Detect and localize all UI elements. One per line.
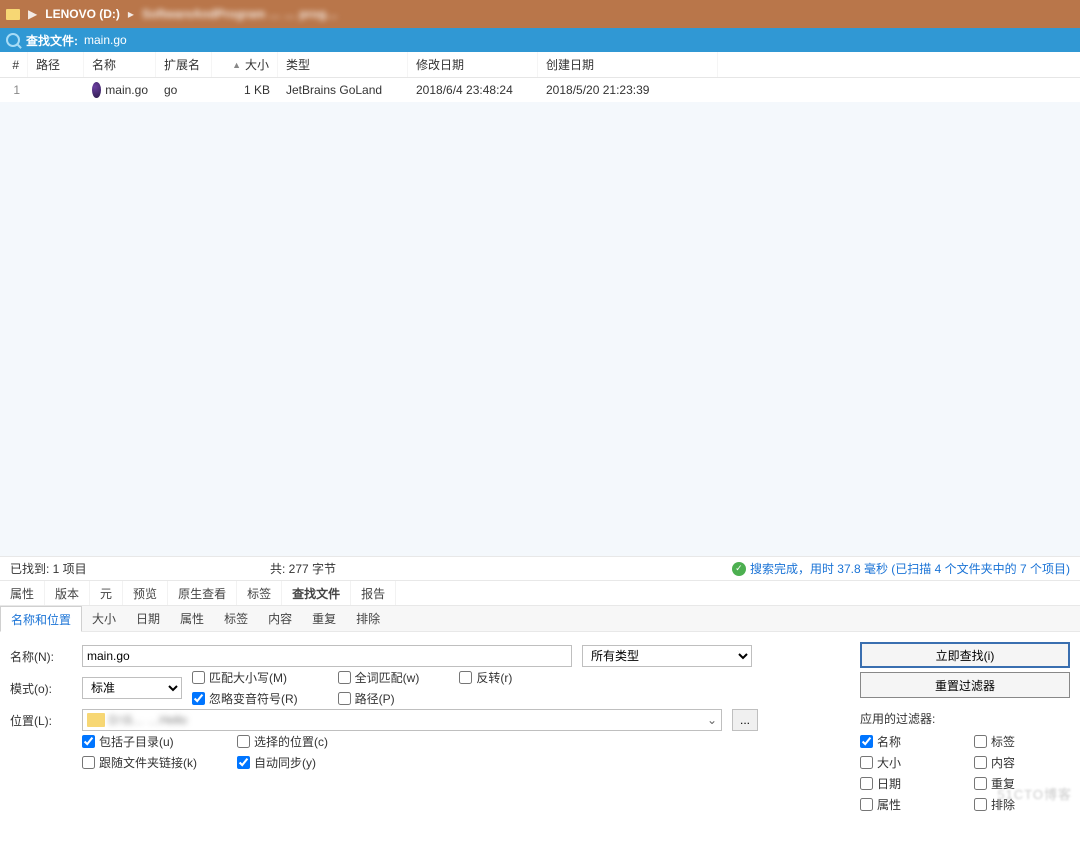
tab-版本[interactable]: 版本 [45, 581, 90, 605]
tab-属性[interactable]: 属性 [0, 581, 45, 605]
status-bar: 已找到: 1 项目 共: 277 字节 ✓ 搜索完成，用时 37.8 毫秒 (已… [0, 556, 1080, 580]
reset-button[interactable]: 重置过滤器 [860, 672, 1070, 698]
subtab-日期[interactable]: 日期 [126, 606, 170, 631]
chk-invert[interactable]: 反转(r) [459, 669, 512, 686]
filter-属性[interactable]: 属性 [860, 796, 956, 813]
tabs-outer: 属性版本元预览原生查看标签查找文件报告 [0, 580, 1080, 606]
folder-icon [6, 9, 20, 20]
tabs-inner: 名称和位置大小日期属性标签内容重复排除 [0, 606, 1080, 632]
filter-名称[interactable]: 名称 [860, 733, 956, 750]
status-done: ✓ 搜索完成，用时 37.8 毫秒 (已扫描 4 个文件夹中的 7 个项目) [732, 560, 1070, 577]
subtab-大小[interactable]: 大小 [82, 606, 126, 631]
chevron-right-icon: ▶ [28, 7, 37, 21]
watermark: 51CTO博客 [997, 784, 1072, 803]
breadcrumb[interactable]: ▶ LENOVO (D:) ▸ SoftwareAndProgram … … p… [0, 0, 1080, 28]
status-total: 共: 277 字节 [270, 560, 702, 577]
chk-selloc[interactable]: 选择的位置(c) [237, 733, 328, 750]
col-ext[interactable]: 扩展名 [156, 52, 212, 77]
tab-原生查看[interactable]: 原生查看 [168, 581, 237, 605]
subtab-属性[interactable]: 属性 [170, 606, 214, 631]
chk-wholeword[interactable]: 全词匹配(w) [338, 669, 420, 686]
chevron-right-icon: ▸ [128, 7, 134, 21]
chk-followlinks[interactable]: 跟随文件夹链接(k) [82, 754, 197, 771]
row-path [28, 78, 84, 102]
filters-label: 应用的过滤器: [860, 710, 1070, 727]
tab-预览[interactable]: 预览 [123, 581, 168, 605]
type-select[interactable]: 所有类型 [582, 645, 752, 667]
filter-大小[interactable]: 大小 [860, 754, 956, 771]
tab-标签[interactable]: 标签 [237, 581, 282, 605]
search-icon [6, 33, 20, 47]
search-label: 查找文件: [26, 32, 78, 49]
results-area: 1 main.go go 1 KB JetBrains GoLand 2018/… [0, 78, 1080, 556]
col-name[interactable]: 名称 [84, 52, 156, 77]
browse-button[interactable]: ... [732, 709, 758, 731]
filter-内容[interactable]: 内容 [974, 754, 1070, 771]
status-found: 已找到: 1 项目 [10, 560, 240, 577]
name-label: 名称(N): [10, 648, 72, 665]
subtab-名称和位置[interactable]: 名称和位置 [0, 606, 82, 632]
row-index: 1 [0, 78, 28, 102]
location-input[interactable]: D:\S… …Hello ⌄ [82, 709, 722, 731]
subtab-排除[interactable]: 排除 [346, 606, 390, 631]
search-button[interactable]: 立即查找(i) [860, 642, 1070, 668]
tab-报告[interactable]: 报告 [351, 581, 396, 605]
subtab-标签[interactable]: 标签 [214, 606, 258, 631]
table-row[interactable]: 1 main.go go 1 KB JetBrains GoLand 2018/… [0, 78, 1080, 102]
breadcrumb-blurred: SoftwareAndProgram … … prog… [142, 7, 338, 21]
chk-ignorediac[interactable]: 忽略变音符号(R) [192, 690, 298, 707]
chk-subdirs[interactable]: 包括子目录(u) [82, 733, 197, 750]
col-size[interactable]: ▲大小 [212, 52, 278, 77]
file-icon [92, 82, 101, 98]
mode-select[interactable]: 标准 [82, 677, 182, 699]
table-header: # 路径 名称 扩展名 ▲大小 类型 修改日期 创建日期 [0, 52, 1080, 78]
row-ext: go [156, 78, 212, 102]
tab-查找文件[interactable]: 查找文件 [282, 581, 351, 605]
col-mod[interactable]: 修改日期 [408, 52, 538, 77]
col-path[interactable]: 路径 [28, 52, 84, 77]
name-input[interactable] [82, 645, 572, 667]
row-size: 1 KB [212, 78, 278, 102]
sort-asc-icon: ▲ [232, 60, 241, 70]
filter-日期[interactable]: 日期 [860, 775, 956, 792]
chk-autosync[interactable]: 自动同步(y) [237, 754, 328, 771]
row-mod: 2018/6/4 23:48:24 [408, 78, 538, 102]
chk-matchcase[interactable]: 匹配大小写(M) [192, 669, 298, 686]
search-form: 名称(N): 所有类型 模式(o): 标准 匹配大小写(M) 忽略变音符号(R)… [0, 632, 1080, 823]
col-index[interactable]: # [0, 52, 28, 77]
search-value: main.go [84, 33, 127, 47]
col-create[interactable]: 创建日期 [538, 52, 718, 77]
search-bar: 查找文件: main.go [0, 28, 1080, 52]
breadcrumb-drive[interactable]: LENOVO (D:) [45, 7, 120, 21]
filter-标签[interactable]: 标签 [974, 733, 1070, 750]
subtab-内容[interactable]: 内容 [258, 606, 302, 631]
subtab-重复[interactable]: 重复 [302, 606, 346, 631]
row-type: JetBrains GoLand [278, 78, 408, 102]
check-icon: ✓ [732, 562, 746, 576]
col-type[interactable]: 类型 [278, 52, 408, 77]
folder-icon [87, 713, 105, 727]
tab-元[interactable]: 元 [90, 581, 123, 605]
row-name: main.go [84, 78, 156, 102]
mode-label: 模式(o): [10, 680, 72, 697]
loc-label: 位置(L): [10, 712, 72, 729]
dropdown-icon[interactable]: ⌄ [707, 713, 717, 727]
row-create: 2018/5/20 21:23:39 [538, 78, 718, 102]
chk-path[interactable]: 路径(P) [338, 690, 420, 707]
